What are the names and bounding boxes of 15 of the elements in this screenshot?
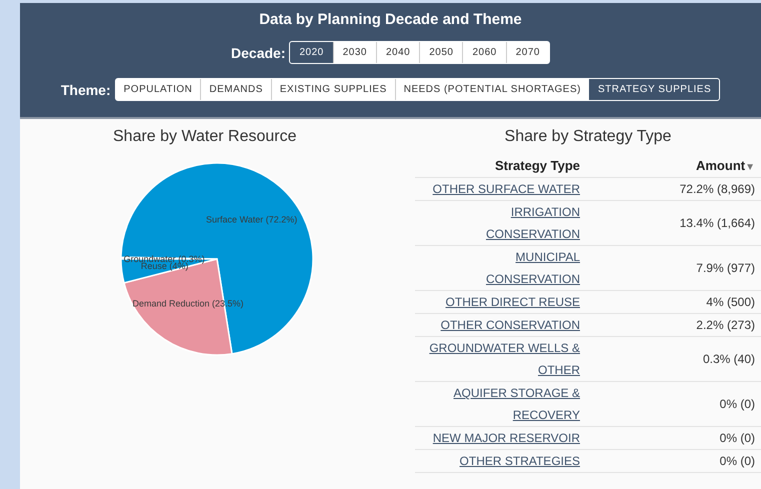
amount-cell: 2.2% (273)	[580, 314, 761, 336]
table-title: Share by Strategy Type	[504, 127, 672, 147]
page-title: Data by Planning Decade and Theme	[259, 10, 522, 30]
amount-cell: 0.3% (40)	[580, 336, 761, 382]
slice-label: Surface Water (72.2%)	[206, 214, 298, 225]
amount-cell: 0% (0)	[580, 450, 761, 472]
decade-label: Decade:	[231, 44, 286, 60]
amount-cell: 0% (0)	[580, 426, 761, 450]
theme-label: Theme:	[60, 82, 111, 98]
amount-cell: 7.9% (977)	[580, 246, 761, 290]
chart-title: Share by Water Resource	[113, 127, 296, 147]
amount-cell: 13.4% (1,664)	[580, 200, 761, 246]
amount-cell: 4% (500)	[580, 290, 761, 314]
amount-cell: 72.2% (8,969)	[580, 178, 761, 200]
amount-cell: 0% (0)	[580, 382, 761, 426]
